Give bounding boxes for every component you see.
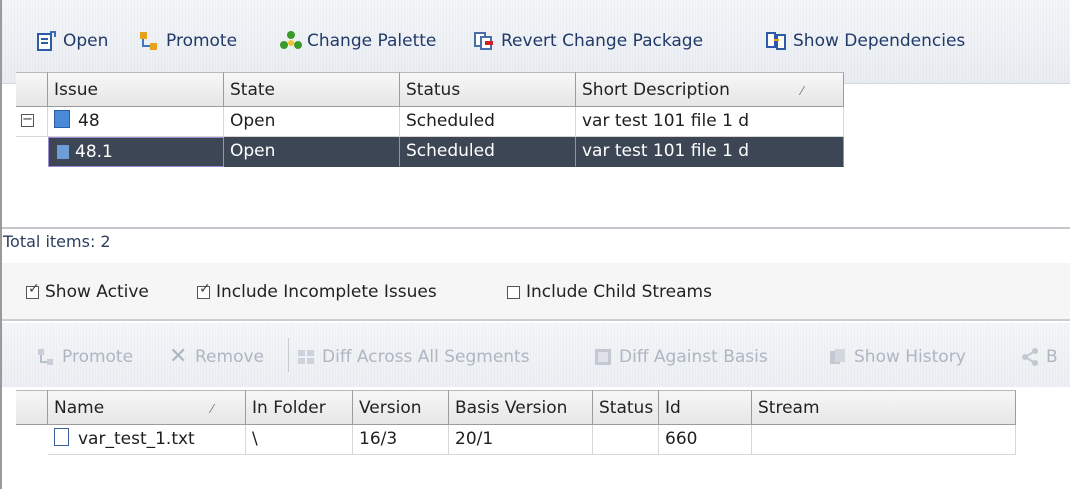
revert-label: Revert Change Package: [501, 31, 704, 51]
column-header-short-description[interactable]: Short Description ⁄: [576, 72, 844, 107]
status-cell: [593, 425, 659, 455]
checkbox-icon: ✓: [26, 280, 40, 299]
diff-basis-icon: [593, 347, 613, 367]
sort-ascending-icon: ⁄: [800, 84, 803, 98]
promote-button[interactable]: Promote: [138, 27, 237, 55]
change-palette-label: Change Palette: [307, 31, 437, 51]
show-dependencies-label: Show Dependencies: [793, 31, 966, 51]
status-cell: Scheduled: [400, 107, 576, 137]
show-active-checkbox[interactable]: ✓ Show Active: [26, 280, 149, 302]
revert-icon: [473, 30, 495, 52]
column-header-stream[interactable]: Stream: [752, 390, 1016, 425]
open-label: Open: [63, 31, 109, 51]
promote-icon: [36, 347, 56, 367]
change-palette-button[interactable]: Change Palette: [279, 27, 436, 55]
column-header-status[interactable]: Status: [593, 390, 659, 425]
promote-label: Promote: [166, 31, 238, 51]
column-header-in-folder[interactable]: In Folder: [246, 390, 353, 425]
dependencies-icon: [765, 30, 787, 52]
name-cell: var_test_1.txt: [48, 425, 246, 455]
description-cell: var test 101 file 1 d: [576, 137, 844, 167]
diff-against-basis-button[interactable]: Diff Against Basis: [593, 343, 768, 371]
revert-change-package-button[interactable]: Revert Change Package: [473, 27, 703, 55]
open-button[interactable]: Open: [35, 27, 108, 55]
column-header-version[interactable]: Version: [353, 390, 449, 425]
description-cell: var test 101 file 1 d: [576, 107, 844, 137]
promote-file-button[interactable]: Promote: [36, 343, 133, 371]
column-header-name[interactable]: Name ⁄: [48, 390, 246, 425]
branch-icon: [1020, 347, 1040, 367]
state-cell: Open: [224, 137, 400, 167]
diff-segments-icon: [296, 347, 316, 367]
change-palette-icon: [279, 30, 302, 52]
expand-cell: −: [16, 107, 48, 137]
checkbox-icon: [507, 285, 520, 299]
column-header-basis-version[interactable]: Basis Version: [449, 390, 593, 425]
collapse-toggle-icon[interactable]: −: [21, 113, 34, 127]
file-icon: [54, 428, 69, 446]
toolbar-separator: [288, 338, 289, 372]
folder-cell: \: [246, 425, 353, 455]
basis-version-cell: 20/1: [449, 425, 593, 455]
issue-cell: 48: [48, 107, 224, 137]
column-header-status[interactable]: Status: [400, 72, 576, 107]
status-bar: [2, 227, 1070, 263]
promote-icon: [138, 30, 160, 52]
column-header-id[interactable]: Id: [659, 390, 752, 425]
history-icon: [828, 347, 848, 367]
show-history-button[interactable]: Show History: [828, 343, 966, 371]
column-header-state[interactable]: State: [224, 72, 400, 107]
status-cell: Scheduled: [400, 137, 576, 167]
remove-icon: ✕: [169, 344, 188, 369]
id-cell: 660: [659, 425, 752, 455]
stream-cell: [752, 425, 1016, 455]
sub-issue-icon: [57, 145, 69, 159]
sort-ascending-icon: ⁄: [210, 402, 213, 416]
row-header-corner: [16, 72, 48, 107]
total-items-label: Total items: 2: [3, 232, 111, 251]
include-incomplete-issues-checkbox[interactable]: ✓ Include Incomplete Issues: [197, 280, 437, 302]
row-header-corner: [16, 390, 48, 425]
version-cell: 16/3: [353, 425, 449, 455]
column-header-issue[interactable]: Issue: [48, 72, 224, 107]
checkbox-icon: ✓: [197, 280, 211, 299]
issue-cell: 48.1: [48, 137, 224, 167]
include-child-streams-checkbox[interactable]: Include Child Streams: [507, 282, 712, 302]
overflow-button[interactable]: B: [1020, 343, 1058, 371]
diff-across-all-segments-button[interactable]: Diff Across All Segments: [296, 343, 530, 371]
open-icon: [35, 30, 57, 52]
remove-button[interactable]: ✕ Remove: [169, 343, 264, 371]
show-dependencies-button[interactable]: Show Dependencies: [765, 27, 965, 55]
issue-icon: [54, 110, 70, 128]
state-cell: Open: [224, 107, 400, 137]
